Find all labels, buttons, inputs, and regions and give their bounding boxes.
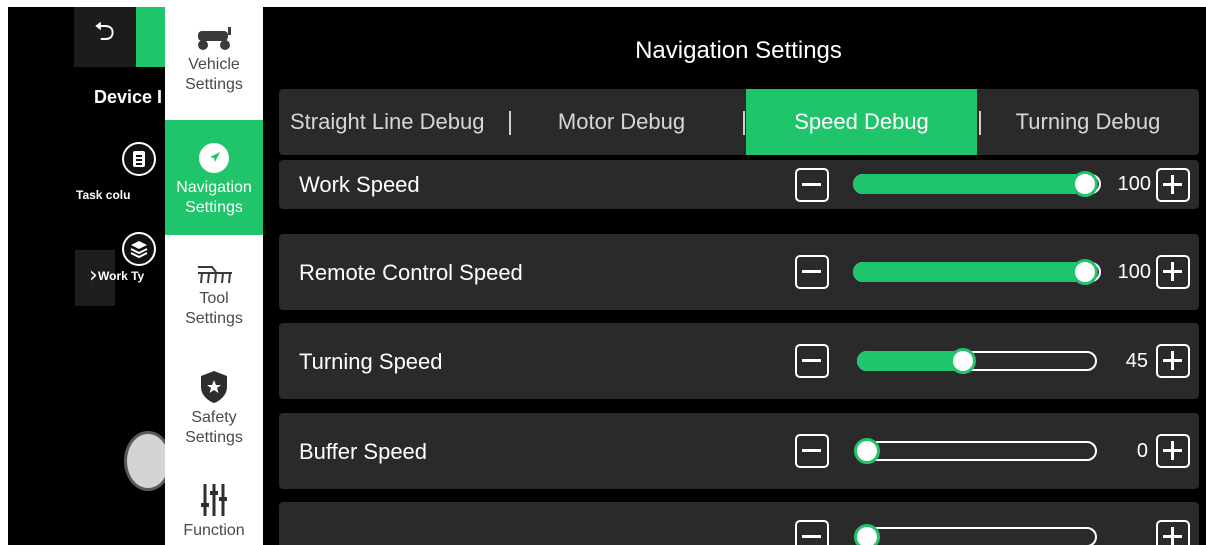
slider-fill bbox=[853, 262, 1091, 282]
plus-icon-vertical bbox=[1171, 527, 1174, 545]
nav-label: Vehicle bbox=[188, 56, 240, 73]
increment-button[interactable] bbox=[1156, 344, 1190, 378]
nav-item-tool-settings[interactable]: Tool Settings bbox=[165, 235, 263, 350]
sliders-icon bbox=[201, 484, 227, 516]
nav-item-function-settings[interactable]: Function bbox=[165, 465, 263, 545]
setting-label: Buffer Speed bbox=[299, 439, 428, 464]
setting-label: Turning Speed bbox=[299, 349, 443, 374]
tab-divider bbox=[509, 111, 511, 135]
decrement-button[interactable] bbox=[795, 255, 829, 289]
screen: ⮌ Device I Task colu › Work Ty Vehicle S… bbox=[8, 7, 1206, 545]
slider-knob[interactable] bbox=[854, 438, 880, 464]
setting-value: 0 bbox=[1136, 440, 1148, 462]
speed-slider[interactable] bbox=[854, 524, 1097, 545]
page-title: Navigation Settings bbox=[635, 37, 842, 64]
main-panel: Navigation Settings Straight Line Debug … bbox=[271, 7, 1206, 545]
tab-straight-line-debug[interactable]: Straight Line Debug bbox=[279, 89, 519, 155]
shield-star-icon bbox=[201, 371, 227, 403]
increment-button[interactable] bbox=[1156, 168, 1190, 202]
minus-icon bbox=[802, 183, 821, 186]
decrement-button[interactable] bbox=[795, 344, 829, 378]
setting-label: Work Speed bbox=[299, 172, 420, 197]
nav-label: Navigation bbox=[176, 179, 252, 196]
harrow-tool-icon bbox=[198, 266, 232, 284]
setting-value: 45 bbox=[1125, 350, 1148, 372]
nav-item-safety-settings[interactable]: Safety Settings bbox=[165, 350, 263, 465]
chevron-right-icon: › bbox=[89, 263, 98, 288]
back-arrow-icon: ⮌ bbox=[94, 17, 115, 47]
nav-label: Settings bbox=[185, 310, 243, 327]
nav-item-navigation-settings[interactable]: Navigation Settings bbox=[165, 120, 263, 235]
device-title: Device I bbox=[94, 87, 163, 107]
minus-icon bbox=[802, 535, 821, 538]
settings-nav-rail: Vehicle Settings Navigation Settings Too… bbox=[165, 7, 263, 545]
setting-row-work-speed: Work Speed 100 bbox=[279, 160, 1199, 209]
slider-knob[interactable] bbox=[950, 348, 976, 374]
task-column-label: Task colu bbox=[76, 188, 131, 202]
decrement-button[interactable] bbox=[795, 168, 829, 202]
tab-turning-debug[interactable]: Turning Debug bbox=[977, 89, 1199, 155]
work-type-icon[interactable] bbox=[122, 232, 156, 266]
setting-value: 100 bbox=[1117, 261, 1151, 283]
work-type-label: Work Ty bbox=[98, 269, 145, 283]
decrement-button[interactable] bbox=[795, 520, 829, 545]
speed-slider[interactable] bbox=[857, 348, 1097, 374]
nav-label: Tool bbox=[199, 290, 229, 307]
tractor-icon bbox=[198, 27, 231, 50]
setting-value: 100 bbox=[1117, 173, 1151, 195]
tab-divider bbox=[743, 111, 745, 135]
setting-row-remote-control-speed: Remote Control Speed 100 bbox=[279, 234, 1199, 310]
task-column-icon[interactable] bbox=[122, 142, 156, 176]
increment-button[interactable] bbox=[1156, 434, 1190, 468]
back-button[interactable]: ⮌ bbox=[74, 7, 136, 67]
increment-button[interactable] bbox=[1156, 520, 1190, 545]
nav-label: Safety bbox=[191, 409, 237, 426]
plus-icon-vertical bbox=[1171, 441, 1174, 460]
slider-fill bbox=[853, 174, 1091, 194]
setting-row-partial bbox=[279, 502, 1199, 545]
nav-label: Settings bbox=[185, 76, 243, 93]
minus-icon bbox=[802, 359, 821, 362]
slider-knob[interactable] bbox=[1072, 259, 1098, 285]
minus-icon bbox=[802, 270, 821, 273]
speed-slider[interactable] bbox=[854, 438, 1097, 464]
speed-slider[interactable] bbox=[853, 171, 1101, 197]
decrement-button[interactable] bbox=[795, 434, 829, 468]
minus-icon bbox=[802, 449, 821, 452]
speed-slider[interactable] bbox=[853, 259, 1101, 285]
nav-item-vehicle-settings[interactable]: Vehicle Settings bbox=[165, 7, 263, 120]
slider-knob[interactable] bbox=[1072, 171, 1098, 197]
nav-label: Settings bbox=[185, 199, 243, 216]
slider-knob[interactable] bbox=[854, 524, 880, 545]
setting-label: Remote Control Speed bbox=[299, 260, 523, 285]
setting-row-buffer-speed: Buffer Speed 0 bbox=[279, 413, 1199, 489]
tab-bar: Straight Line Debug Motor Debug Speed De… bbox=[279, 89, 1199, 155]
setting-row-turning-speed: Turning Speed 45 bbox=[279, 323, 1199, 399]
navigation-arrow-icon bbox=[199, 143, 229, 173]
tab-speed-debug[interactable]: Speed Debug bbox=[746, 89, 977, 155]
nav-label: Function bbox=[183, 522, 245, 539]
increment-button[interactable] bbox=[1156, 255, 1190, 289]
tab-motor-debug[interactable]: Motor Debug bbox=[519, 89, 724, 155]
nav-label: Settings bbox=[185, 429, 243, 446]
plus-icon-vertical bbox=[1171, 175, 1174, 194]
plus-icon-vertical bbox=[1171, 262, 1174, 281]
plus-icon-vertical bbox=[1171, 351, 1174, 370]
